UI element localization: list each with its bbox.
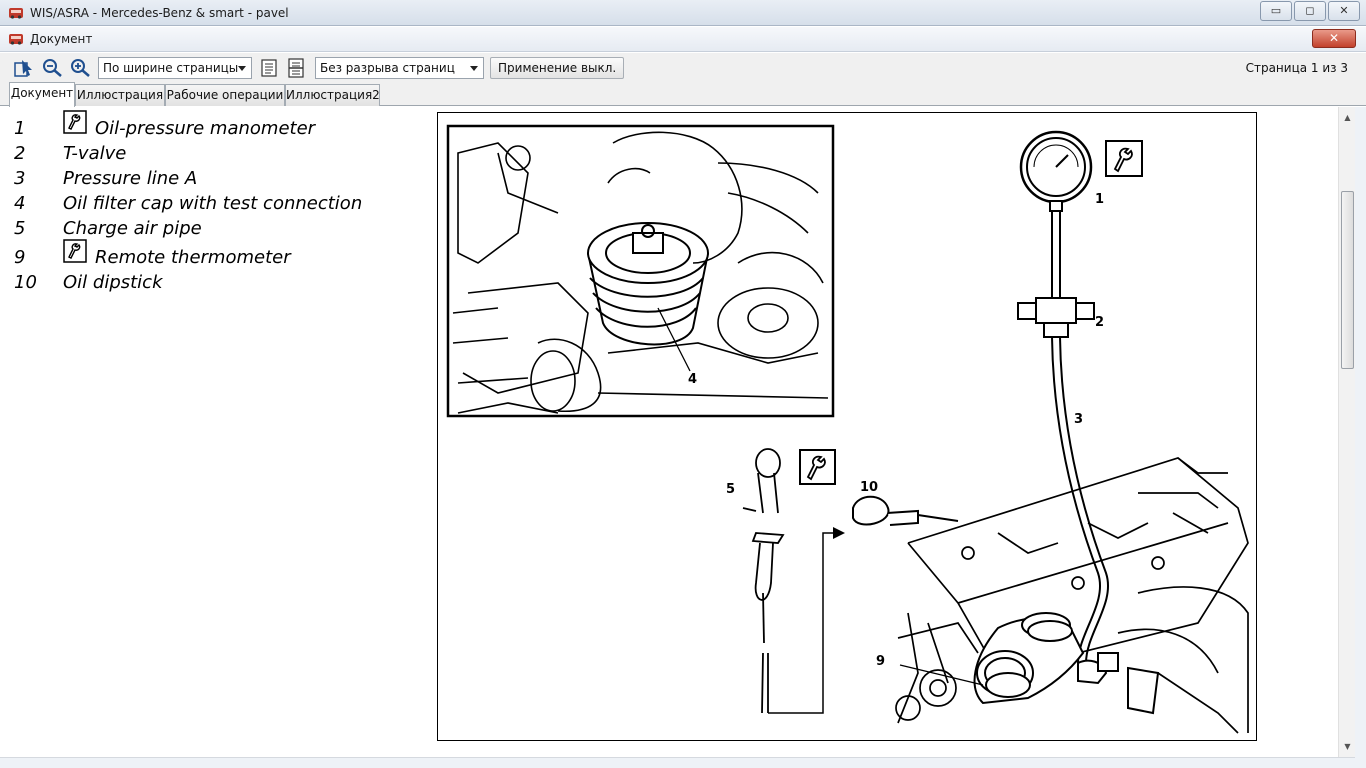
legend-number: 4 xyxy=(14,193,26,214)
page-indicator: Страница 1 из 3 xyxy=(1245,61,1348,75)
minimize-icon: ▭ xyxy=(1270,4,1282,17)
legend-text: Oil dipstick xyxy=(63,272,163,293)
legend-number: 3 xyxy=(14,168,26,189)
oil-pressure-manometer xyxy=(1019,130,1093,298)
restore-icon: ◻ xyxy=(1305,4,1315,17)
chevron-down-icon xyxy=(238,66,246,71)
document-content: 1 Oil-pressure manometer 2 T-valve 3 Pre… xyxy=(0,107,1338,757)
zoom-select[interactable]: По ширине страницы xyxy=(98,57,252,79)
page-break-select-value: Без разрыва страниц xyxy=(320,61,455,75)
callout-9: 5 xyxy=(726,482,735,497)
callout-10: 10 xyxy=(860,480,878,495)
vertical-scrollbar[interactable]: ▲ ▼ xyxy=(1338,107,1355,757)
scroll-thumb[interactable] xyxy=(1341,191,1354,369)
engine-block xyxy=(895,457,1249,734)
legend-text: Pressure line A xyxy=(63,168,198,189)
select-tool-icon[interactable] xyxy=(13,57,35,79)
tab-bar: Документ Иллюстрация Рабочие операции Ил… xyxy=(0,82,1366,107)
zoom-in-icon[interactable] xyxy=(69,57,91,79)
oil-dipstick-thermometer xyxy=(742,448,785,714)
mercedes-app-icon xyxy=(9,8,23,19)
charge-air-pipe xyxy=(973,612,1085,705)
callout-1: 1 xyxy=(1095,192,1104,207)
zoom-out-icon[interactable] xyxy=(41,57,63,79)
assembly-arrow xyxy=(768,532,843,714)
tab-work-operations[interactable]: Рабочие операции xyxy=(165,84,285,106)
oil-pressure-test-diagram: 4 1 2 3 5 10 9 xyxy=(446,124,1249,734)
callout-2: 2 xyxy=(1095,315,1104,330)
dipstick-handle xyxy=(852,495,959,526)
document-titlebar: Документ ✕ xyxy=(0,27,1366,52)
close-window-button[interactable]: ✕ xyxy=(1328,1,1360,21)
minimize-button[interactable]: ▭ xyxy=(1260,1,1292,21)
tab-illustration2[interactable]: Иллюстрация2 xyxy=(285,84,380,106)
scroll-down-icon[interactable]: ▼ xyxy=(1339,738,1356,755)
special-tool-icon[interactable] xyxy=(63,110,87,134)
restore-button[interactable]: ◻ xyxy=(1294,1,1326,21)
scroll-up-icon[interactable]: ▲ xyxy=(1339,109,1356,126)
legend-number: 9 xyxy=(14,247,26,268)
legend-text: Remote thermometer xyxy=(95,247,291,268)
callout-3: 3 xyxy=(1074,412,1083,427)
zoom-select-value: По ширине страницы xyxy=(103,61,239,75)
tab-document[interactable]: Документ xyxy=(9,82,75,107)
arrow-head xyxy=(833,527,845,539)
close-icon: ✕ xyxy=(1328,31,1340,45)
window-frame-right xyxy=(1355,107,1366,768)
close-document-button[interactable]: ✕ xyxy=(1312,29,1356,48)
legend-number: 2 xyxy=(14,143,26,164)
legend-text: Oil filter cap with test connection xyxy=(63,193,363,214)
toolbar: По ширине страницы Без разрыва страниц П… xyxy=(0,53,1366,82)
pressure-line xyxy=(1051,336,1109,664)
oil-filler-neck xyxy=(1077,652,1160,715)
legend-text: Oil-pressure manometer xyxy=(95,118,316,139)
legend-number: 10 xyxy=(14,272,37,293)
legend-number: 5 xyxy=(14,218,26,239)
page-break-select[interactable]: Без разрыва страниц xyxy=(315,57,484,79)
window-frame-bottom xyxy=(0,757,1355,768)
legend-number: 1 xyxy=(14,118,26,139)
app-titlebar: WIS/ASRA - Mercedes-Benz & smart - pavel… xyxy=(0,0,1366,26)
document-app-icon xyxy=(9,34,23,45)
legend-text: Charge air pipe xyxy=(63,218,202,239)
apply-toggle-button[interactable]: Применение выкл. xyxy=(490,57,625,79)
technical-illustration[interactable]: 4 1 2 3 5 10 9 xyxy=(437,112,1257,741)
single-page-icon[interactable] xyxy=(258,57,280,79)
document-title: Документ xyxy=(30,32,93,46)
t-valve xyxy=(1017,297,1095,338)
continuous-page-icon[interactable] xyxy=(285,57,307,79)
app-title: WIS/ASRA - Mercedes-Benz & smart - pavel xyxy=(30,6,289,20)
special-tool-icon[interactable] xyxy=(63,239,87,263)
tab-illustration[interactable]: Иллюстрация xyxy=(75,84,165,106)
chevron-down-icon xyxy=(470,66,478,71)
special-tool-icon xyxy=(799,449,836,485)
legend-text: T-valve xyxy=(63,143,127,164)
close-icon: ✕ xyxy=(1339,4,1349,17)
callout-5: 9 xyxy=(876,654,885,669)
callout-4: 4 xyxy=(688,372,697,387)
special-tool-icon xyxy=(1105,140,1143,177)
